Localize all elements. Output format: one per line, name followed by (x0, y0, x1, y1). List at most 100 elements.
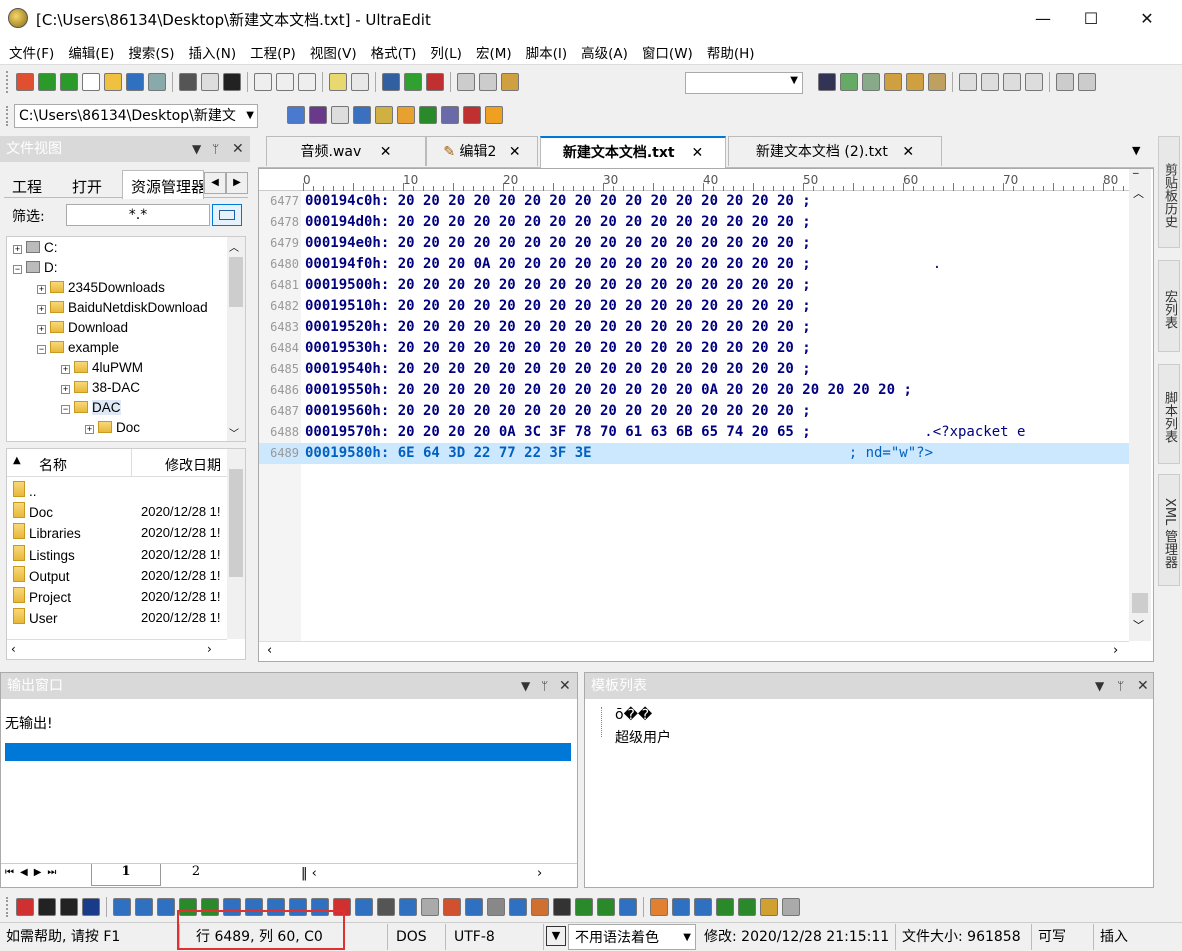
scroll-right-icon[interactable]: › (1113, 643, 1118, 658)
side-tab-macro-list[interactable]: 宏列表 (1158, 260, 1180, 352)
toolbar-grip[interactable] (6, 897, 12, 917)
web-search-icon[interactable] (463, 106, 481, 124)
hex-line[interactable]: 6489 00019580h: 6E 64 3D 22 77 22 3F 3E ;… (259, 443, 1129, 464)
hex-line[interactable]: 6488 00019570h: 20 20 20 20 0A 3C 3F 78 7… (259, 422, 1129, 443)
format-tool-icon[interactable] (782, 898, 800, 916)
toolbar-tool-icon[interactable] (382, 73, 400, 91)
pin-icon[interactable]: ᛘ (541, 673, 548, 699)
toolbar-tool-icon[interactable] (82, 73, 100, 91)
tab-explorer[interactable]: 资源管理器 (122, 170, 204, 199)
pane-menu-icon[interactable]: ▼ (1095, 673, 1104, 699)
toolbar-tool-icon[interactable] (1025, 73, 1043, 91)
template-item[interactable]: ō�� (615, 707, 652, 723)
side-tab-script-list[interactable]: 脚本列表 (1158, 364, 1180, 464)
maximize-button[interactable]: ☐ (1068, 0, 1114, 38)
status-writable[interactable]: 可写 (1032, 924, 1094, 950)
format-tool-icon[interactable] (421, 898, 439, 916)
toolbar-tool-icon[interactable] (201, 73, 219, 91)
toolbar-grip[interactable] (6, 106, 12, 126)
toolbar-tool-icon[interactable] (959, 73, 977, 91)
list-scrollbar-h[interactable]: ‹ › (7, 639, 227, 659)
toolbar-tool-icon[interactable] (928, 73, 946, 91)
web-search-icon[interactable] (353, 106, 371, 124)
toolbar-tool-icon[interactable] (126, 73, 144, 91)
toolbar-tool-icon[interactable] (426, 73, 444, 91)
toolbar-tool-icon[interactable] (329, 73, 347, 91)
tree-item[interactable]: − D: (13, 258, 228, 278)
format-tool-icon[interactable] (672, 898, 690, 916)
toolbar-tool-icon[interactable] (223, 73, 241, 91)
tab-edit2[interactable]: ✎ 编辑2 ✕ (426, 136, 538, 166)
web-search-icon[interactable] (331, 106, 349, 124)
hex-line[interactable]: 6478 000194d0h: 20 20 20 20 20 20 20 20 2… (259, 212, 1129, 233)
tree-scrollbar[interactable]: ︿ ﹀ (227, 237, 245, 441)
pin-icon[interactable]: ᛘ (212, 136, 219, 162)
pane-close-icon[interactable]: ✕ (1137, 673, 1149, 699)
hex-line[interactable]: 6480 000194f0h: 20 20 20 0A 20 20 20 20 2… (259, 254, 1129, 275)
output-tab-1[interactable]: 1 (91, 864, 161, 886)
path-combo[interactable]: C:\Users\86134\Desktop\新建文 ▼ (14, 104, 258, 128)
scroll-thumb[interactable] (229, 469, 243, 577)
file-list-item[interactable]: Project 2020/12/28 1! (13, 586, 227, 608)
format-tool-icon[interactable] (738, 898, 756, 916)
format-tool-icon[interactable] (760, 898, 778, 916)
format-tool-icon[interactable] (82, 898, 100, 916)
tree-item[interactable]: − DAC (13, 398, 228, 418)
pane-close-icon[interactable]: ✕ (232, 136, 244, 162)
open-folder-icon[interactable] (212, 204, 242, 226)
toolbar-tool-icon[interactable] (16, 73, 34, 91)
scroll-up-icon[interactable]: ︿ (229, 239, 239, 254)
tree-item[interactable]: − example (13, 338, 228, 358)
format-tool-icon[interactable] (399, 898, 417, 916)
toolbar-tool-icon[interactable] (404, 73, 422, 91)
toolbar-tool-icon[interactable] (1056, 73, 1074, 91)
file-list-item[interactable]: Output 2020/12/28 1! (13, 565, 227, 587)
scroll-left-icon[interactable]: ‹ (267, 643, 272, 658)
tab-document-2[interactable]: 新建文本文档 (2).txt ✕ (728, 136, 942, 166)
tree-item[interactable]: +2345Downloads (13, 278, 228, 298)
scroll-right-icon[interactable]: › (207, 642, 212, 656)
expand-icon[interactable]: − (13, 265, 22, 274)
toolbar-tool-icon[interactable] (479, 73, 497, 91)
status-eol[interactable]: DOS (390, 924, 446, 950)
tab-list-icon[interactable]: ▼ (1132, 144, 1140, 157)
scroll-top-icon[interactable]: ‾ (1133, 171, 1139, 184)
menu-item[interactable]: 列(L) (421, 38, 467, 64)
format-tool-icon[interactable] (38, 898, 56, 916)
tab-active-document[interactable]: 新建文本文档.txt ✕ (540, 136, 726, 168)
hex-line[interactable]: 6484 00019530h: 20 20 20 20 20 20 20 20 2… (259, 338, 1129, 359)
filter-input[interactable]: *.* (66, 204, 210, 226)
tree-item[interactable]: + Download (13, 318, 228, 338)
toolbar-tool-icon[interactable] (457, 73, 475, 91)
toolbar-tool-icon[interactable] (276, 73, 294, 91)
web-search-icon[interactable] (375, 106, 393, 124)
toolbar-tool-icon[interactable] (906, 73, 924, 91)
output-nav-icons[interactable]: ⏮◀▶⏭ (5, 867, 62, 878)
toolbar-tool-icon[interactable] (884, 73, 902, 91)
scroll-thumb[interactable] (229, 257, 243, 307)
toolbar-tool-icon[interactable] (298, 73, 316, 91)
editor-scrollbar-h[interactable]: ‹ › (259, 641, 1129, 661)
toolbar-tool-icon[interactable] (148, 73, 166, 91)
col-modified[interactable]: 修改日期 (165, 455, 221, 475)
scroll-thumb[interactable] (1132, 593, 1148, 613)
format-tool-icon[interactable] (16, 898, 34, 916)
web-search-icon[interactable] (485, 106, 503, 124)
scroll-left-icon[interactable]: ‹ (11, 642, 16, 656)
hex-line[interactable]: 6485 00019540h: 20 20 20 20 20 20 20 20 2… (259, 359, 1129, 380)
expand-icon[interactable]: + (37, 285, 46, 294)
menu-item[interactable]: 视图(V) (301, 38, 362, 64)
format-tool-icon[interactable] (575, 898, 593, 916)
web-search-icon[interactable] (287, 106, 305, 124)
search-combo[interactable]: ▼ (685, 72, 803, 94)
status-insert-mode[interactable]: 插入 (1094, 924, 1180, 950)
expand-icon[interactable]: − (37, 345, 46, 354)
menu-item[interactable]: 高级(A) (572, 38, 633, 64)
hex-line[interactable]: 6483 00019520h: 20 20 20 20 20 20 20 20 2… (259, 317, 1129, 338)
editor-scrollbar-v[interactable]: ‾ ︿ ﹀ (1129, 169, 1151, 641)
toolbar-tool-icon[interactable] (1003, 73, 1021, 91)
tree-item[interactable]: + BaiduNetdiskDownload (13, 298, 228, 318)
toolbar-tool-icon[interactable] (38, 73, 56, 91)
toolbar-tool-icon[interactable] (862, 73, 880, 91)
hex-line[interactable]: 6486 00019550h: 20 20 20 20 20 20 20 20 2… (259, 380, 1129, 401)
